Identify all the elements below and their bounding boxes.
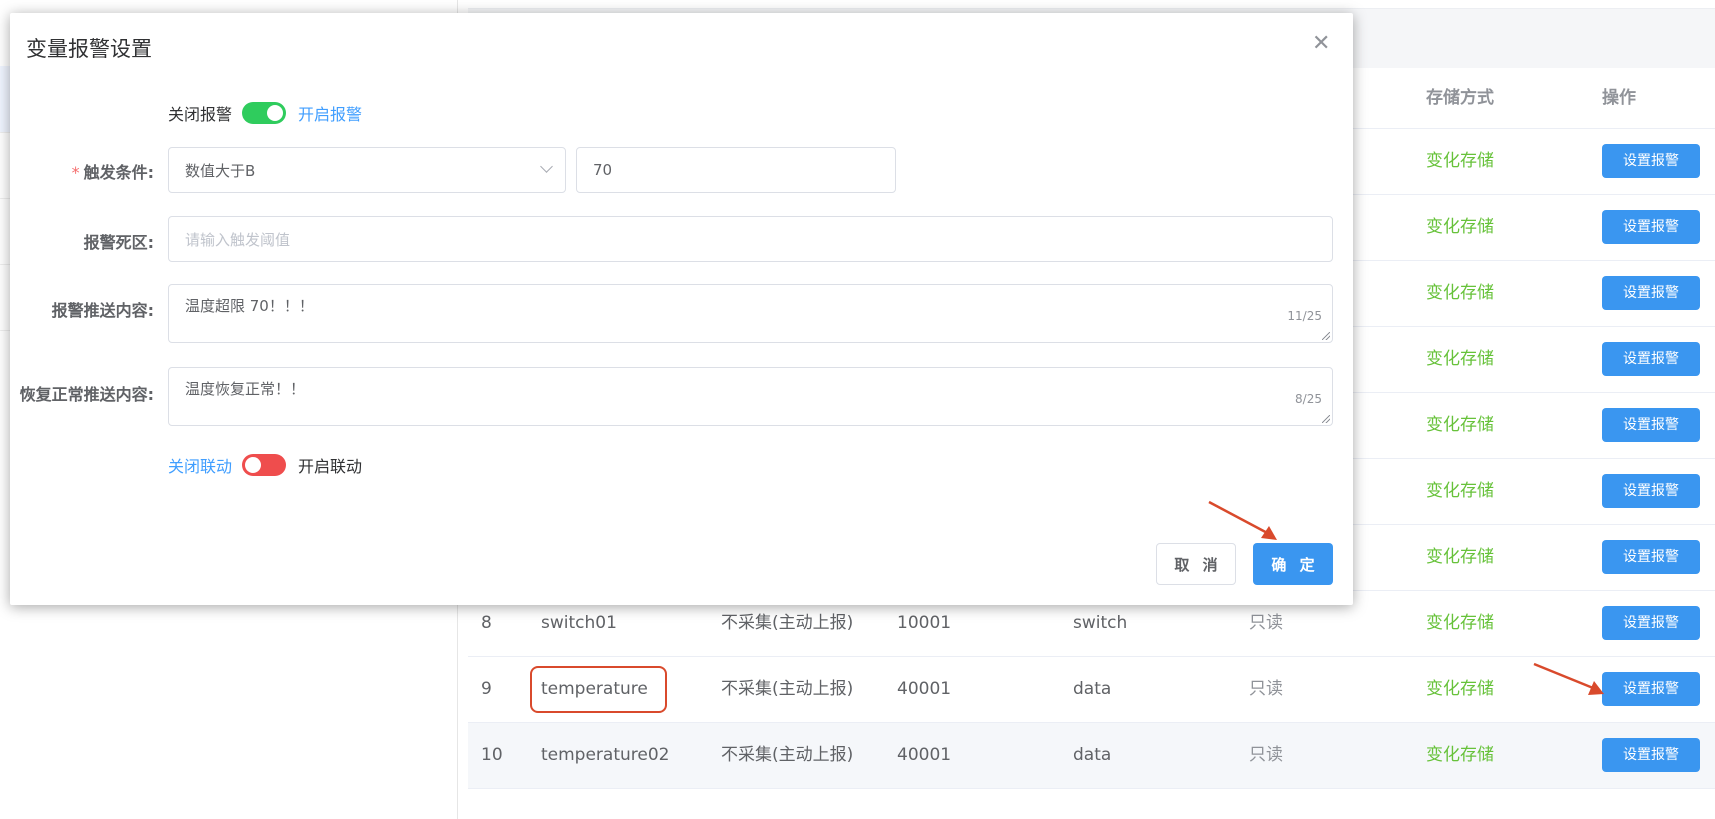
linkage-off-label: 关闭联动 xyxy=(168,457,233,476)
linkage-toggle[interactable] xyxy=(242,454,287,476)
close-icon[interactable]: ✕ xyxy=(1312,31,1330,56)
recover-content-value: 温度恢复正常！！ xyxy=(185,380,306,398)
set-alarm-button[interactable]: 设置报警 xyxy=(1602,540,1700,574)
threshold-value: 70 xyxy=(593,161,613,179)
push-content-label: 报警推送内容: xyxy=(51,301,154,320)
cell-id: 9 xyxy=(481,679,492,699)
set-alarm-button[interactable]: 设置报警 xyxy=(1602,474,1700,508)
cancel-button[interactable]: 取 消 xyxy=(1156,543,1236,585)
push-content-value: 温度超限 70！！！ xyxy=(185,297,314,315)
threshold-input[interactable]: 70 xyxy=(576,147,896,193)
alarm-on-label: 开启报警 xyxy=(298,105,363,124)
cell-storage: 变化存储 xyxy=(1426,349,1494,369)
chevron-down-icon xyxy=(540,160,553,173)
set-alarm-button[interactable]: 设置报警 xyxy=(1602,210,1700,244)
set-alarm-button[interactable]: 设置报警 xyxy=(1602,144,1700,178)
set-alarm-button[interactable]: 设置报警 xyxy=(1602,408,1700,442)
table-row: 10 temperature02 不采集(主动上报) 40001 data 只读 变化存储 设… xyxy=(468,723,1715,789)
condition-select[interactable]: 数值大于B xyxy=(168,147,566,193)
cell-storage: 变化存储 xyxy=(1426,151,1494,171)
alarm-toggle[interactable] xyxy=(242,102,287,124)
table-row: 9 temperature 不采集(主动上报) 40001 data 只读 变化存储 设置报警 xyxy=(468,657,1715,723)
cell-storage: 变化存储 xyxy=(1426,481,1494,501)
cell-collect-mode: 不采集(主动上报) xyxy=(721,679,854,699)
cell-storage: 变化存储 xyxy=(1426,547,1494,567)
cell-id: 10 xyxy=(481,745,503,765)
cell-storage: 变化存储 xyxy=(1426,217,1494,237)
push-content-textarea[interactable]: 温度超限 70！！！ 11/25 xyxy=(168,284,1333,343)
resize-handle-icon[interactable] xyxy=(1322,415,1330,423)
set-alarm-button[interactable]: 设置报警 xyxy=(1602,738,1700,772)
trigger-label: * 触发条件: xyxy=(71,163,154,182)
set-alarm-button[interactable]: 设置报警 xyxy=(1602,276,1700,310)
confirm-button[interactable]: 确 定 xyxy=(1253,543,1333,585)
cell-address: 40001 xyxy=(897,745,952,765)
alarm-switch-row: 关闭报警 开启报警 xyxy=(168,101,362,125)
deadband-label: 报警死区: xyxy=(83,233,154,252)
header-action: 操作 xyxy=(1602,88,1636,108)
recover-content-count: 8/25 xyxy=(1295,392,1322,406)
push-content-count: 11/25 xyxy=(1287,309,1322,323)
recover-content-label: 恢复正常推送内容: xyxy=(19,385,154,404)
deadband-input[interactable]: 请输入触发阈值 xyxy=(168,216,1333,262)
cell-name: temperature02 xyxy=(541,745,670,765)
dialog-title: 变量报警设置 xyxy=(26,37,152,61)
cell-storage: 变化存储 xyxy=(1426,613,1494,633)
linkage-on-label: 开启联动 xyxy=(298,457,363,476)
cell-storage: 变化存储 xyxy=(1426,415,1494,435)
deadband-placeholder: 请输入触发阈值 xyxy=(185,230,291,249)
cell-collect-mode: 不采集(主动上报) xyxy=(721,745,854,765)
cell-address: 40001 xyxy=(897,679,952,699)
cell-storage: 变化存储 xyxy=(1426,679,1494,699)
header-storage: 存储方式 xyxy=(1426,88,1494,108)
cell-data-type: data xyxy=(1073,679,1112,699)
set-alarm-button[interactable]: 设置报警 xyxy=(1602,606,1700,640)
recover-content-textarea[interactable]: 温度恢复正常！！ 8/25 xyxy=(168,367,1333,426)
set-alarm-button[interactable]: 设置报警 xyxy=(1602,342,1700,376)
cell-access: 只读 xyxy=(1249,745,1283,765)
cell-storage: 变化存储 xyxy=(1426,283,1494,303)
condition-select-value: 数值大于B xyxy=(185,161,256,180)
resize-handle-icon[interactable] xyxy=(1322,332,1330,340)
cell-data-type: data xyxy=(1073,745,1112,765)
alarm-off-label: 关闭报警 xyxy=(168,105,233,124)
cell-access: 只读 xyxy=(1249,679,1283,699)
annotation-highlight-box xyxy=(530,666,667,713)
alarm-settings-dialog: 变量报警设置 ✕ 关闭报警 开启报警 * 触发条件: 数值大于B 70 报警死区:… xyxy=(10,13,1353,605)
cell-storage: 变化存储 xyxy=(1426,745,1494,765)
set-alarm-button[interactable]: 设置报警 xyxy=(1602,672,1700,706)
linkage-switch-row: 关闭联动 开启联动 xyxy=(168,453,362,477)
